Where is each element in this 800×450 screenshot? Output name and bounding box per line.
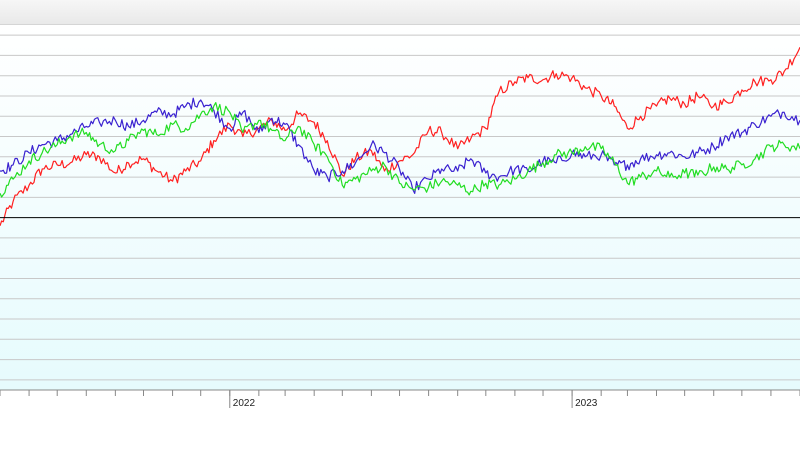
- chart-window: 2022 2023: [0, 0, 800, 450]
- x-minor-ticks: [0, 390, 800, 396]
- line-chart: 2022 2023: [0, 25, 800, 409]
- plot-area: [0, 25, 800, 390]
- x-tick-label: 2022: [233, 398, 256, 409]
- x-axis: 2022 2023: [0, 389, 800, 409]
- x-tick-label: 2023: [575, 398, 598, 409]
